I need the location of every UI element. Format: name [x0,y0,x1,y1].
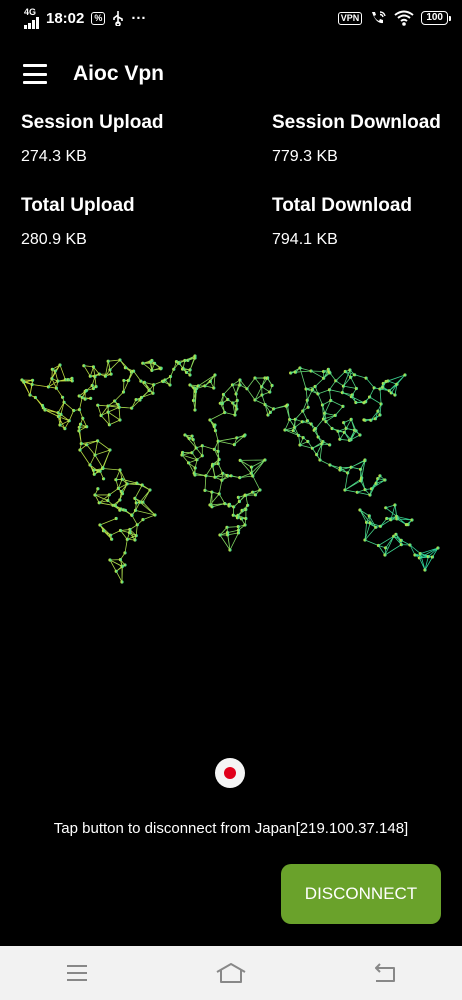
session-upload-value: 274.3 KB [21,148,87,165]
session-download-label: Session Download [272,112,441,133]
disconnect-button[interactable]: DISCONNECT [281,864,441,924]
world-network-map [20,354,440,584]
session-download-value: 779.3 KB [272,148,338,165]
japan-flag-icon[interactable] [215,758,245,788]
hamburger-menu-icon[interactable] [23,64,49,84]
more-notifications: ··· [131,9,147,27]
status-left: 4G 18:02 % ··· [24,6,147,29]
total-upload-value: 280.9 KB [21,231,87,248]
total-download-value: 794.1 KB [272,231,338,248]
system-nav-bar [0,946,462,1000]
total-download-stat: Total Download 794.1 KB [272,195,412,249]
clock: 18:02 [46,9,85,27]
screen: 4G 18:02 % ··· VPN 100 Aioc Vpn Session … [0,0,462,1000]
total-upload-label: Total Upload [21,195,135,216]
wifi-icon [394,10,414,26]
home-icon[interactable] [201,953,261,993]
wifi-call-icon [372,11,386,24]
app-bar: Aioc Vpn [0,54,462,94]
back-icon[interactable] [355,953,415,993]
usb-icon [113,11,124,26]
battery-icon: 100 [421,11,451,25]
status-bar: 4G 18:02 % ··· VPN 100 [0,0,462,36]
total-upload-stat: Total Upload 280.9 KB [21,195,135,249]
hd-icon: % [91,11,106,25]
session-upload-label: Session Upload [21,112,164,133]
recent-apps-icon[interactable] [47,953,107,993]
session-download-stat: Session Download 779.3 KB [272,112,441,166]
disconnect-message: Tap button to disconnect from Japan[219.… [53,820,409,837]
app-title: Aioc Vpn [73,62,165,85]
total-download-label: Total Download [272,195,413,216]
network-type: 4G [24,6,37,17]
status-right: VPN 100 [337,10,451,26]
vpn-icon: VPN [337,11,363,25]
signal-icon: 4G [24,6,39,29]
session-upload-stat: Session Upload 274.3 KB [21,112,164,166]
